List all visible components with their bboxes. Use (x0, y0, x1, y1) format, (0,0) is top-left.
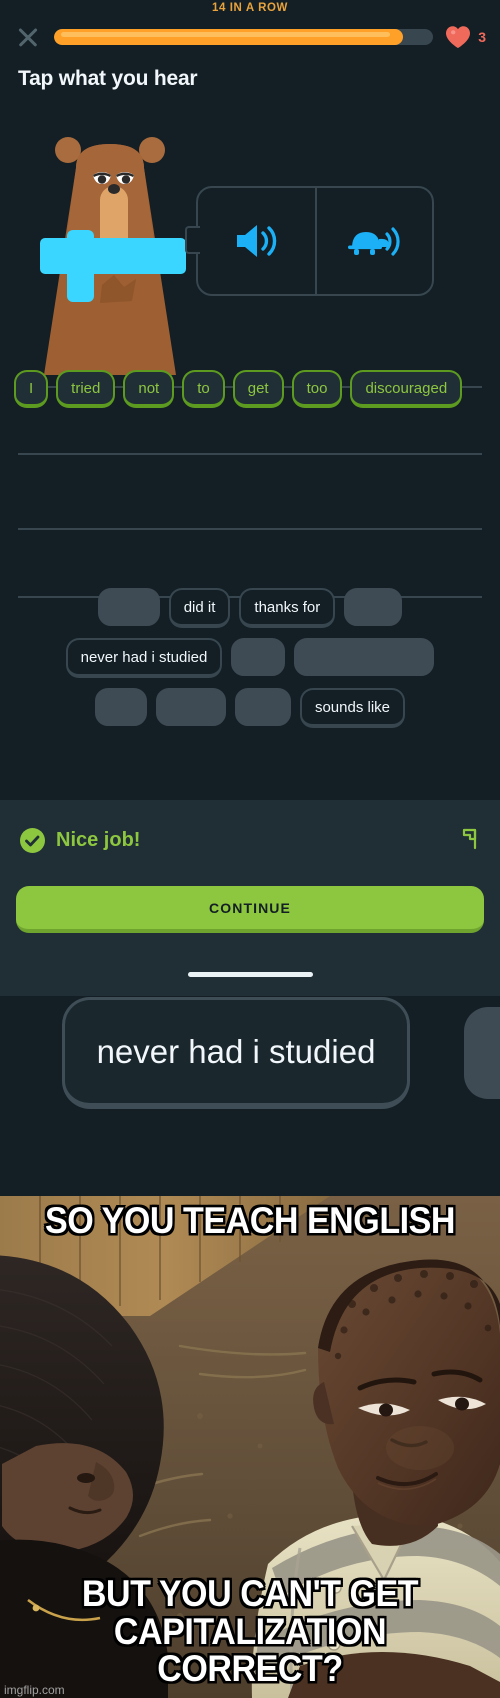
imgflip-watermark: imgflip.com (4, 1683, 65, 1697)
word-bank-row: never had i studied (0, 638, 500, 678)
answer-tokens: Itried not to get too discouraged (14, 370, 488, 408)
brown-bear-mascot (40, 137, 186, 375)
answer-line-rule-3 (18, 528, 482, 530)
word-bank-tile-used (294, 638, 435, 676)
answer-token[interactable]: to (182, 370, 225, 408)
word-bank-tile[interactable]: never had i studied (65, 638, 223, 678)
heart-icon (446, 26, 471, 48)
status-text: Nice job! (56, 829, 141, 851)
hearts-indicator[interactable]: 3 (445, 25, 486, 49)
zoomed-tile-strip: never had i studied (0, 996, 500, 1196)
progress-shine (61, 32, 390, 37)
answer-token[interactable]: I (14, 370, 49, 408)
audio-buttons-bubble (185, 186, 434, 296)
continue-button[interactable]: CONTINUE (16, 886, 484, 933)
status-message: Nice job! (20, 828, 140, 853)
zoomed-partial-tile (464, 1007, 500, 1099)
character-and-audio-area (0, 130, 500, 375)
report-flag-icon[interactable] (456, 826, 482, 852)
success-footer: Nice job! CONTINUE (0, 800, 500, 996)
word-bank-row: did it thanks for (0, 588, 500, 628)
word-bank-tile-used (97, 588, 160, 626)
speaker-icon (236, 225, 276, 257)
word-bank-tile[interactable]: sounds like (299, 688, 406, 728)
word-bank-tile[interactable]: thanks for (239, 588, 336, 628)
close-icon[interactable] (14, 23, 42, 51)
turtle-slow-audio-icon (347, 227, 400, 256)
answer-token[interactable]: too (291, 370, 343, 408)
meme-image: SO YOU TEACH ENGLISH BUT YOU CAN'T GET C… (0, 1196, 500, 1698)
zoomed-word-tile[interactable]: never had i studied (62, 997, 410, 1109)
lesson-top-bar: 3 (0, 16, 500, 58)
heart-count: 3 (478, 29, 486, 45)
check-circle-icon (20, 828, 45, 853)
answer-token[interactable]: discouraged (350, 370, 463, 408)
word-bank-tile-used (344, 588, 403, 626)
duolingo-lesson-screen: 14 IN A ROW 3 Tap what you hear I tried … (0, 0, 500, 1196)
page-title: Tap what you hear (18, 67, 198, 90)
word-bank-tile-used (231, 638, 286, 676)
lesson-progress-bar (54, 29, 434, 45)
word-bank-tile[interactable]: did it (168, 588, 231, 628)
play-audio-slow-button[interactable] (315, 188, 432, 294)
answer-token[interactable]: get (232, 370, 284, 408)
home-indicator (188, 972, 313, 977)
meme-bottom-caption: BUT YOU CAN'T GET CAPITALIZATION CORRECT… (81, 1572, 419, 1690)
meme-top-caption: SO YOU TEACH ENGLISH (44, 1200, 456, 1241)
word-bank-tile-used (155, 688, 226, 726)
play-audio-button[interactable] (198, 188, 315, 294)
answer-line-rule-2 (18, 453, 482, 455)
streak-label: 14 IN A ROW (211, 2, 289, 14)
answer-token[interactable]: not (123, 370, 175, 408)
word-bank: did it thanks for never had i studied sou… (0, 588, 500, 788)
word-bank-row: sounds like (0, 688, 500, 728)
answer-token[interactable]: tried (56, 370, 116, 408)
word-bank-tile-used (94, 688, 147, 726)
word-bank-tile-used (234, 688, 291, 726)
